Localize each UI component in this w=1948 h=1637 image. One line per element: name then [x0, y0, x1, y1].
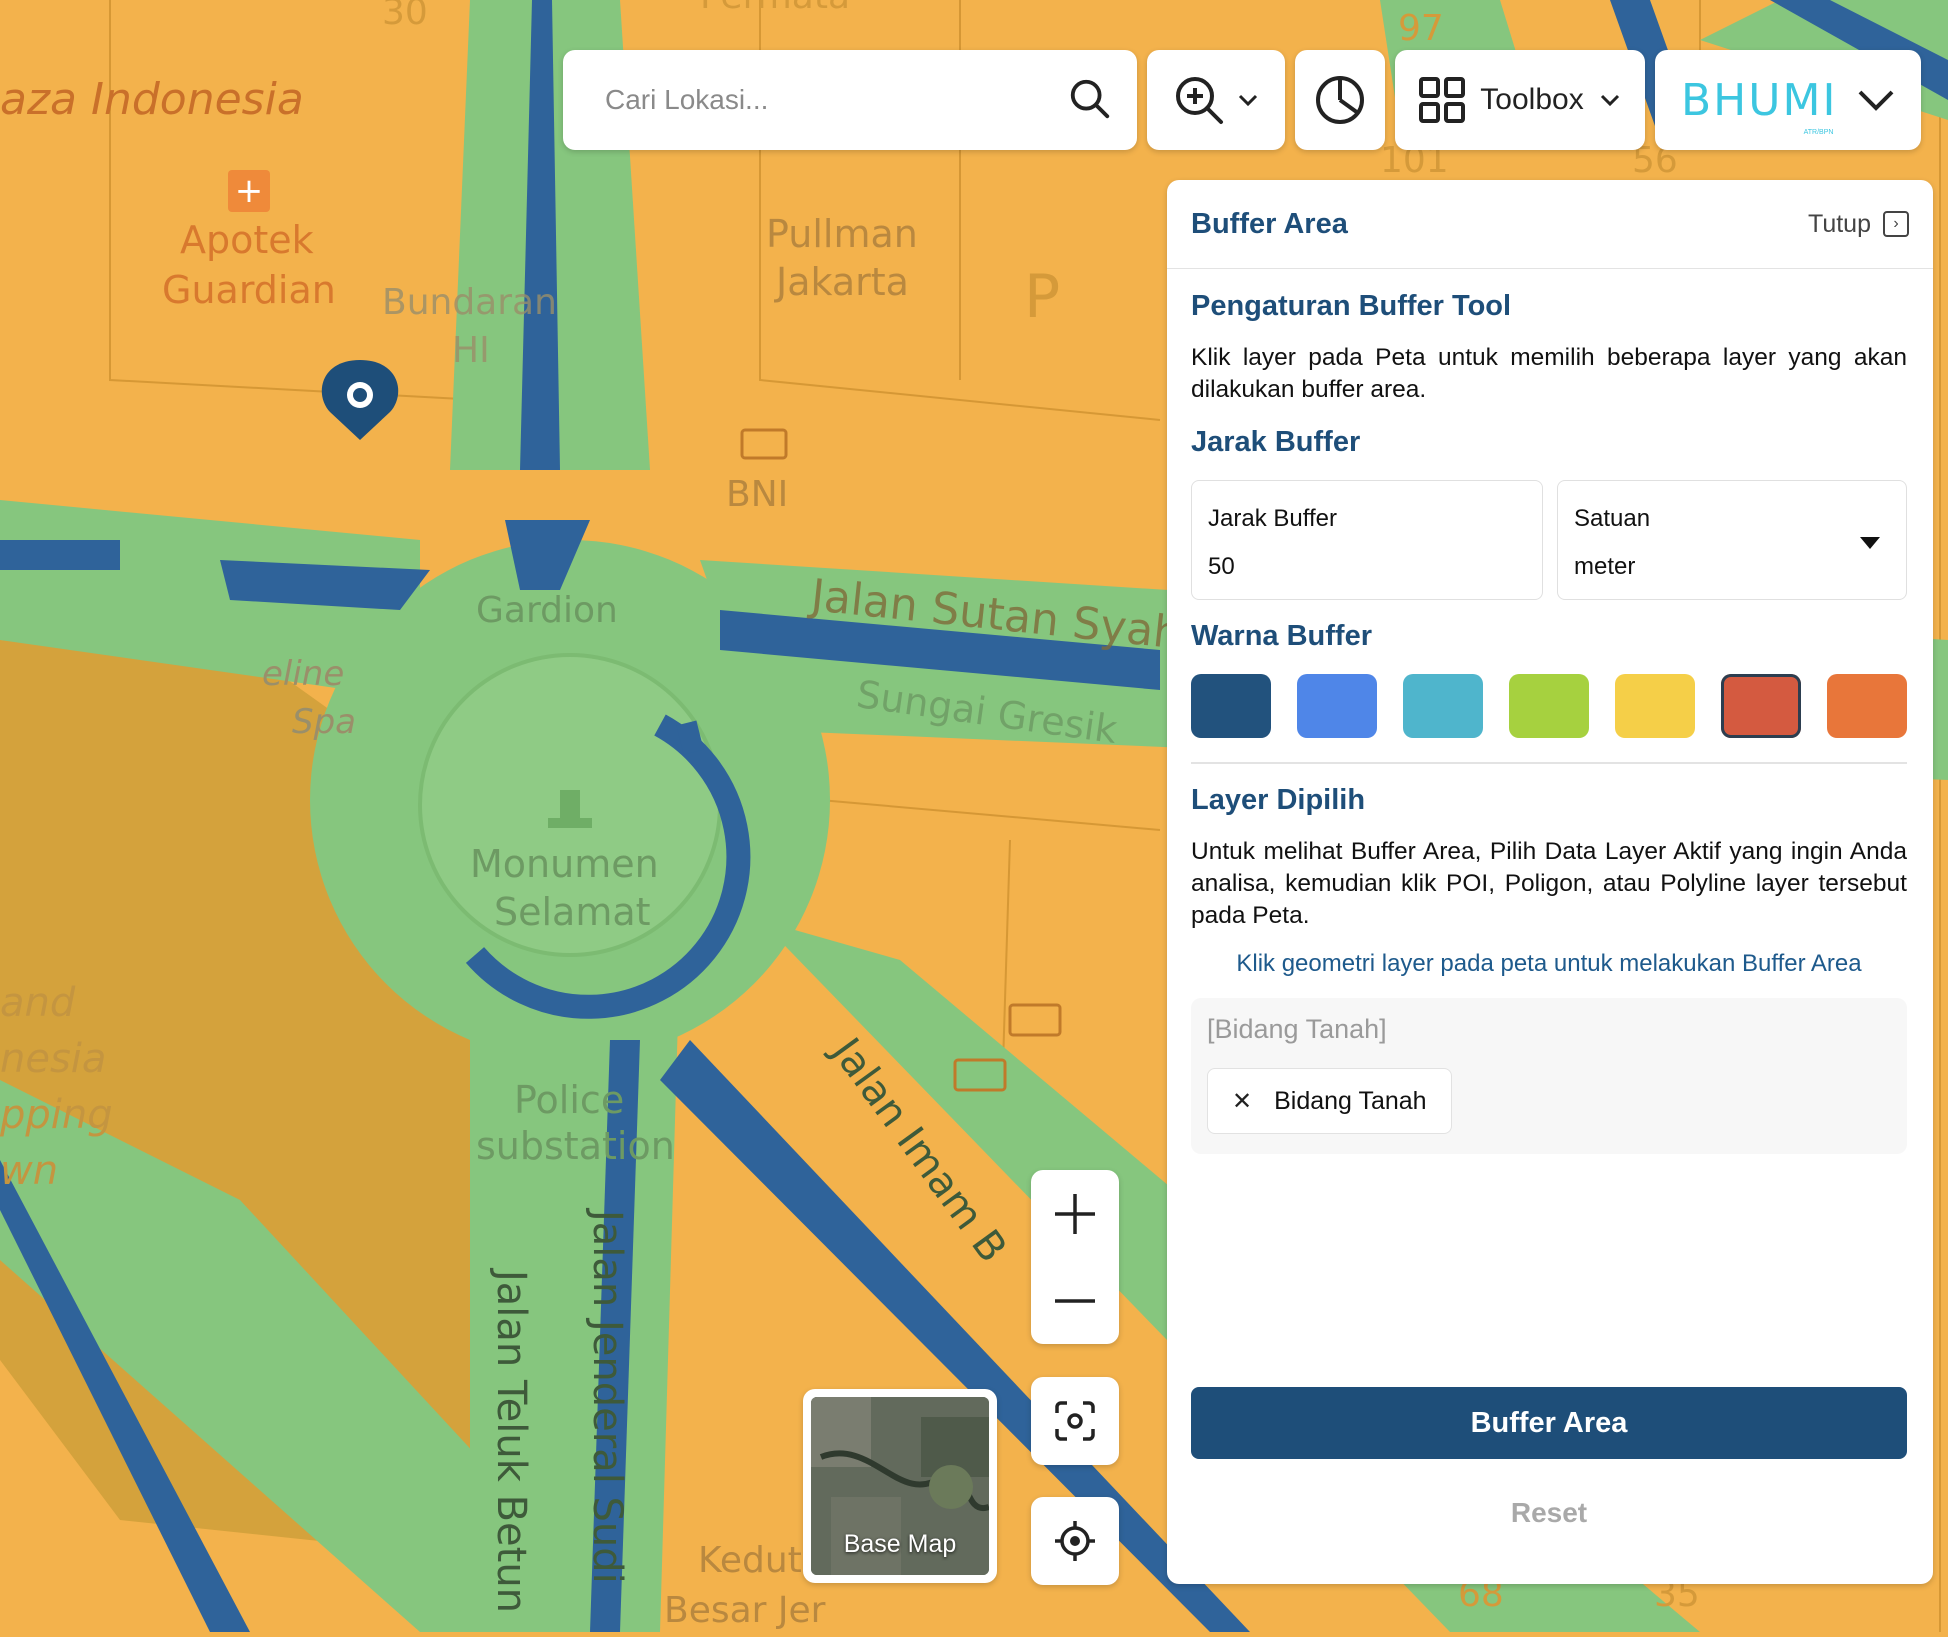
- unit-select-value: meter: [1574, 553, 1636, 580]
- zoom-in-magnifier-icon: [1176, 77, 1223, 124]
- color-swatch-5[interactable]: [1615, 674, 1695, 738]
- basemap-thumbnail: Base Map: [811, 1397, 989, 1575]
- color-swatch-2[interactable]: [1297, 674, 1377, 738]
- buffer-area-panel: Buffer Area Tutup › Pengaturan Buffer To…: [1167, 180, 1933, 1584]
- map-label-kedut: Kedut: [698, 1540, 802, 1581]
- zoom-in-button[interactable]: [1031, 1170, 1119, 1257]
- grid-icon: [1419, 77, 1466, 123]
- zoom-control: [1031, 1170, 1119, 1344]
- panel-header: Buffer Area Tutup ›: [1167, 180, 1933, 269]
- map-label-30: 30: [382, 0, 428, 33]
- map-label-police: Police: [514, 1078, 625, 1122]
- unit-select-label: Satuan: [1574, 505, 1651, 532]
- zoom-tool-button[interactable]: [1147, 50, 1285, 150]
- buffer-area-button[interactable]: Buffer Area: [1191, 1387, 1907, 1459]
- settings-title: Pengaturan Buffer Tool: [1191, 290, 1512, 322]
- map-label-substation: substation: [476, 1124, 675, 1168]
- layer-description: Untuk melihat Buffer Area, Pilih Data La…: [1191, 838, 1907, 929]
- analysis-chart-button[interactable]: [1295, 50, 1385, 150]
- unit-select[interactable]: Satuan meter: [1557, 480, 1907, 600]
- distance-title: Jarak Buffer: [1191, 426, 1361, 458]
- layer-chip-label: Bidang Tanah: [1274, 1086, 1427, 1115]
- map-label-jalan-teluk: Jalan Teluk Betun: [488, 1270, 534, 1614]
- map-label-97: 97: [1398, 8, 1444, 49]
- chevron-down-icon: [1238, 94, 1258, 107]
- map-label-permata: Permata: [700, 0, 850, 17]
- color-title: Warna Buffer: [1191, 620, 1372, 652]
- minus-icon: [1055, 1298, 1095, 1303]
- chevron-right-box-icon: ›: [1883, 211, 1909, 237]
- color-swatch-7[interactable]: [1827, 674, 1907, 738]
- color-swatch-1[interactable]: [1191, 674, 1271, 738]
- layer-chip: ✕ Bidang Tanah: [1207, 1068, 1452, 1134]
- basemap-label: Base Map: [843, 1530, 957, 1558]
- svg-text:+: +: [235, 171, 264, 211]
- focus-frame-icon: [1055, 1401, 1095, 1441]
- map-label-bni: BNI: [726, 474, 789, 515]
- map-label-spa: Spa: [292, 702, 356, 742]
- map-label-indonesia-4: wn: [0, 1148, 59, 1194]
- layer-hint: Klik geometri layer pada peta untuk mela…: [1236, 950, 1862, 977]
- toolbox-label: Toolbox: [1480, 83, 1584, 116]
- map-label-monumen: Monumen: [470, 842, 659, 886]
- fit-extent-button[interactable]: [1031, 1377, 1119, 1465]
- color-swatch-4[interactable]: [1509, 674, 1589, 738]
- distance-field-label: Jarak Buffer: [1208, 505, 1337, 532]
- search-input[interactable]: [603, 83, 1047, 117]
- distance-field[interactable]: Jarak Buffer 50: [1191, 480, 1543, 600]
- map-label-besar: Besar Jer: [664, 1590, 826, 1631]
- bhumi-sub-logo: ATR/BPN: [1803, 128, 1834, 136]
- map-label-parking: P: [1024, 262, 1061, 332]
- bhumi-logo: BHUMI: [1681, 74, 1838, 126]
- map-label-indonesia-3: pping: [0, 1092, 113, 1138]
- chevron-down-icon: [1600, 94, 1619, 107]
- reset-button[interactable]: Reset: [1191, 1480, 1907, 1546]
- zoom-out-button[interactable]: [1031, 1257, 1119, 1344]
- toolbox-button[interactable]: Toolbox: [1395, 50, 1645, 150]
- map-label-gardion: Gardion: [476, 590, 618, 631]
- map-label-jalan-sudirman: Jalan Jenderal Sudi: [584, 1210, 630, 1584]
- selected-layers-placeholder: [Bidang Tanah]: [1207, 1014, 1387, 1044]
- map-label-hi: HI: [452, 330, 490, 371]
- search-icon[interactable]: [1067, 76, 1113, 122]
- search-bar: [563, 50, 1137, 150]
- selected-layers-box[interactable]: [Bidang Tanah] ✕ Bidang Tanah: [1191, 998, 1907, 1154]
- map-label-plaza: aza Indonesia: [0, 74, 304, 125]
- close-panel-button[interactable]: Tutup ›: [1808, 210, 1909, 239]
- crosshair-icon: [1055, 1521, 1095, 1561]
- remove-chip-icon[interactable]: ✕: [1232, 1087, 1252, 1116]
- pie-chart-icon: [1316, 76, 1364, 124]
- plus-icon: [1055, 1193, 1095, 1234]
- caret-down-icon: [1860, 537, 1880, 549]
- map-label-apotek: Apotek: [180, 218, 314, 262]
- divider: [1191, 762, 1907, 764]
- distance-field-value[interactable]: 50: [1208, 553, 1526, 581]
- settings-description: Klik layer pada Peta untuk memilih beber…: [1191, 344, 1907, 403]
- close-label: Tutup: [1807, 209, 1871, 238]
- layer-title: Layer Dipilih: [1191, 784, 1366, 816]
- chevron-down-icon: [1858, 90, 1894, 111]
- panel-title: Buffer Area: [1191, 207, 1348, 240]
- map-label-jakarta: Jakarta: [776, 260, 909, 304]
- map-label-indonesia-1: and: [0, 980, 76, 1026]
- brand-switcher[interactable]: BHUMI ATR/BPN: [1655, 50, 1921, 150]
- map-label-bundaran: Bundaran: [382, 282, 557, 323]
- map-label-selamat: Selamat: [494, 890, 651, 934]
- my-location-button[interactable]: [1031, 1497, 1119, 1585]
- map-label-pipeline: eline: [262, 654, 345, 694]
- color-swatch-6[interactable]: [1721, 674, 1801, 738]
- map-label-guardian: Guardian: [162, 268, 336, 312]
- color-swatch-3[interactable]: [1403, 674, 1483, 738]
- basemap-switcher[interactable]: Base Map: [803, 1389, 997, 1583]
- map-label-indonesia-2: nesia: [0, 1036, 107, 1082]
- map-label-pullman: Pullman: [766, 212, 918, 256]
